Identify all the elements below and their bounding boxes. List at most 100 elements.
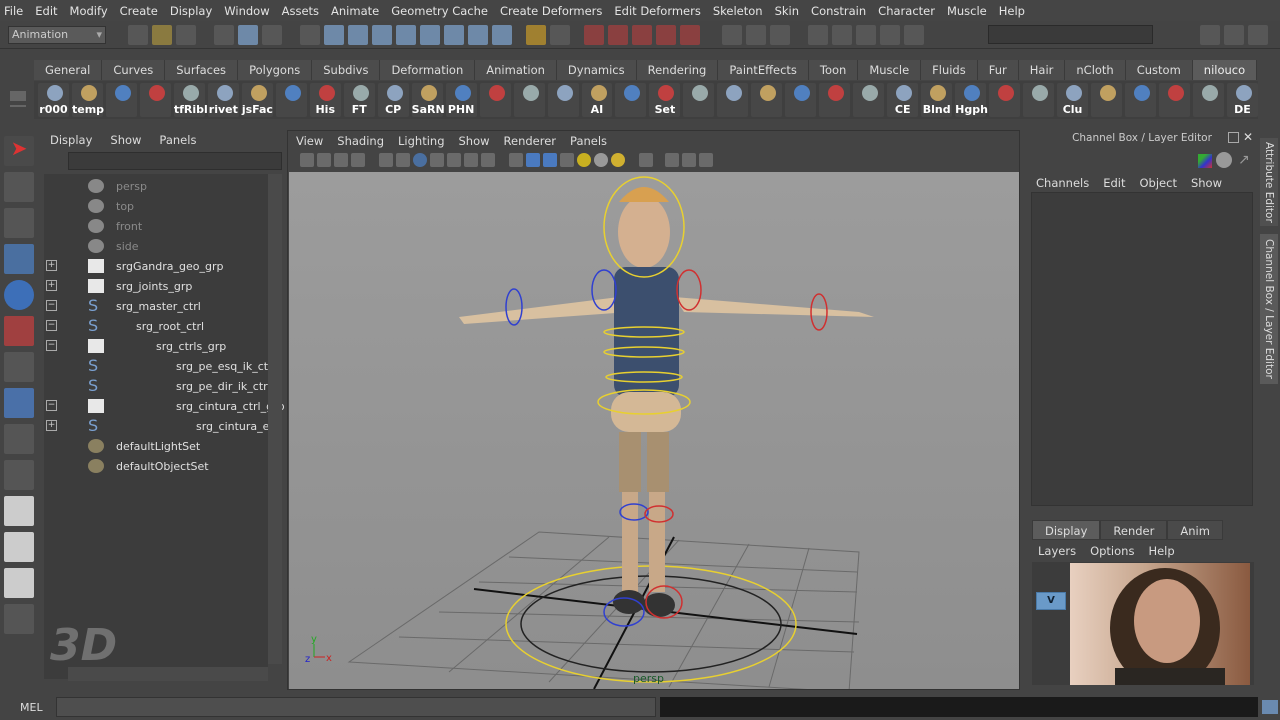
tab-painteffects[interactable]: PaintEffects <box>718 60 809 80</box>
expand-toggle-icon[interactable]: + <box>46 420 57 431</box>
shelf-button[interactable] <box>717 83 749 117</box>
hypershade-icon[interactable] <box>856 24 876 45</box>
shelf-button[interactable] <box>1023 83 1055 117</box>
menu-geometry-cache[interactable]: Geometry Cache <box>391 4 488 18</box>
layer-tab-render[interactable]: Render <box>1100 520 1168 540</box>
menu-window[interactable]: Window <box>224 4 269 18</box>
tab-nilouco[interactable]: nilouco <box>1192 60 1258 80</box>
expand-toggle-icon[interactable]: + <box>46 260 57 271</box>
outliner-item[interactable]: defaultObjectSet <box>44 456 268 476</box>
shadows-icon[interactable] <box>594 153 608 167</box>
shelf-button[interactable] <box>819 83 851 117</box>
select-misc-icon[interactable] <box>492 24 512 45</box>
mel-input[interactable] <box>56 697 656 717</box>
outliner-item[interactable]: Ssrg_pe_dir_ik_ctrl <box>44 376 271 396</box>
menu-constrain[interactable]: Constrain <box>811 4 866 18</box>
menu-create-deformers[interactable]: Create Deformers <box>500 4 602 18</box>
make-live-icon[interactable] <box>680 24 700 45</box>
shelf-button[interactable] <box>275 83 307 117</box>
shelf-button-ft[interactable]: FT <box>343 83 375 117</box>
wireframe-on-shaded-icon[interactable] <box>543 153 557 167</box>
input-line-menu-icon[interactable] <box>904 24 924 45</box>
shelf-button-set[interactable]: Set <box>649 83 681 117</box>
viewport-menu-shading[interactable]: Shading <box>337 134 384 148</box>
tab-subdivs[interactable]: Subdivs <box>312 60 381 80</box>
outliner-item[interactable]: − srg_cintura_ctrl_grp <box>44 396 285 416</box>
scale-tool-icon[interactable] <box>4 316 34 346</box>
tab-attribute-editor[interactable]: Attribute Editor <box>1260 138 1278 226</box>
use-all-lights-icon[interactable] <box>577 153 591 167</box>
move-tool-icon[interactable] <box>4 244 34 274</box>
layer-menu-layers[interactable]: Layers <box>1038 544 1076 558</box>
channel-box-menu-edit[interactable]: Edit <box>1103 176 1125 190</box>
render-settings-icon[interactable] <box>770 24 790 45</box>
outliner-layout-icon[interactable] <box>4 568 34 598</box>
select-hierarchy-icon[interactable] <box>214 24 234 45</box>
tab-polygons[interactable]: Polygons <box>238 60 313 80</box>
lock-selection-icon[interactable] <box>526 24 546 45</box>
tab-muscle[interactable]: Muscle <box>858 60 922 80</box>
xray-joints-icon[interactable] <box>682 153 696 167</box>
snap-view-plane-icon[interactable] <box>656 24 676 45</box>
pick-icon[interactable]: ↗ <box>1238 152 1250 168</box>
shelf-button-temp[interactable]: temp <box>71 83 104 117</box>
history-icon[interactable] <box>722 24 742 45</box>
outliner-vertical-scrollbar[interactable] <box>268 174 282 664</box>
menu-character[interactable]: Character <box>878 4 935 18</box>
shelf-button-r000[interactable]: r000 <box>38 83 69 117</box>
wireframe-icon[interactable] <box>509 153 523 167</box>
manipulator-icon[interactable] <box>1198 154 1212 168</box>
menu-assets[interactable]: Assets <box>282 4 319 18</box>
script-editor-icon[interactable] <box>1262 700 1278 714</box>
shelf-button-blnd[interactable]: Blnd <box>921 83 953 117</box>
close-panel-icon[interactable]: ✕ <box>1243 130 1253 144</box>
menu-skeleton[interactable]: Skeleton <box>713 4 763 18</box>
outliner-item[interactable]: Ssrg_pe_esq_ik_ctrl <box>44 356 276 376</box>
lasso-tool-icon[interactable] <box>4 172 34 202</box>
shelf-button[interactable] <box>139 83 171 117</box>
tab-custom[interactable]: Custom <box>1125 60 1193 80</box>
save-scene-icon[interactable] <box>176 24 196 45</box>
tab-general[interactable]: General <box>34 60 103 80</box>
soft-mod-tool-icon[interactable] <box>4 388 34 418</box>
tab-hair[interactable]: Hair <box>1018 60 1066 80</box>
tab-fur[interactable]: Fur <box>977 60 1019 80</box>
select-object-icon[interactable] <box>238 24 258 45</box>
smooth-shade-icon[interactable] <box>526 153 540 167</box>
menu-skin[interactable]: Skin <box>775 4 799 18</box>
menu-edit[interactable]: Edit <box>35 4 57 18</box>
highlight-selection-icon[interactable] <box>550 24 570 45</box>
channel-box-menu-show[interactable]: Show <box>1191 176 1222 190</box>
menu-help[interactable]: Help <box>999 4 1025 18</box>
outliner-item[interactable]: − Ssrg_root_ctrl <box>44 316 268 336</box>
shelf-button-ai[interactable]: AI <box>581 83 613 117</box>
outliner-item[interactable]: side <box>44 236 268 256</box>
shelf-button-his[interactable]: His <box>309 83 341 117</box>
layer-visibility-toggle[interactable]: V <box>1036 592 1066 610</box>
select-camera-icon[interactable] <box>300 153 314 167</box>
isolate-select-icon[interactable] <box>639 153 653 167</box>
tab-channel-box[interactable]: Channel Box / Layer Editor <box>1260 234 1278 384</box>
open-scene-icon[interactable] <box>152 24 172 45</box>
layer-menu-options[interactable]: Options <box>1090 544 1134 558</box>
viewport-3d-view[interactable]: persp yz x <box>289 172 1019 693</box>
outliner-item[interactable]: top <box>44 196 268 216</box>
menu-muscle[interactable]: Muscle <box>947 4 987 18</box>
shelf-button-hgph[interactable]: Hgph <box>955 83 988 117</box>
shelf-button[interactable] <box>479 83 511 117</box>
four-view-layout-icon[interactable] <box>4 532 34 562</box>
new-scene-icon[interactable] <box>128 24 148 45</box>
shelf-button-clu[interactable]: Clu <box>1057 83 1089 117</box>
shelf-button[interactable] <box>1125 83 1156 117</box>
shelf-button-ce[interactable]: CE <box>887 83 919 117</box>
select-handles-icon[interactable] <box>324 24 344 45</box>
select-curves-icon[interactable] <box>372 24 392 45</box>
channel-box-menu-channels[interactable]: Channels <box>1036 176 1089 190</box>
shelf-button-rivet[interactable]: rivet <box>207 83 239 117</box>
graph-layout-icon[interactable] <box>4 604 34 634</box>
shelf-button[interactable] <box>1091 83 1122 117</box>
channel-box-menu-object[interactable]: Object <box>1140 176 1177 190</box>
last-tool-icon[interactable] <box>4 460 34 490</box>
channel-box-area[interactable] <box>1031 192 1253 506</box>
gate-mask-icon[interactable] <box>430 153 444 167</box>
